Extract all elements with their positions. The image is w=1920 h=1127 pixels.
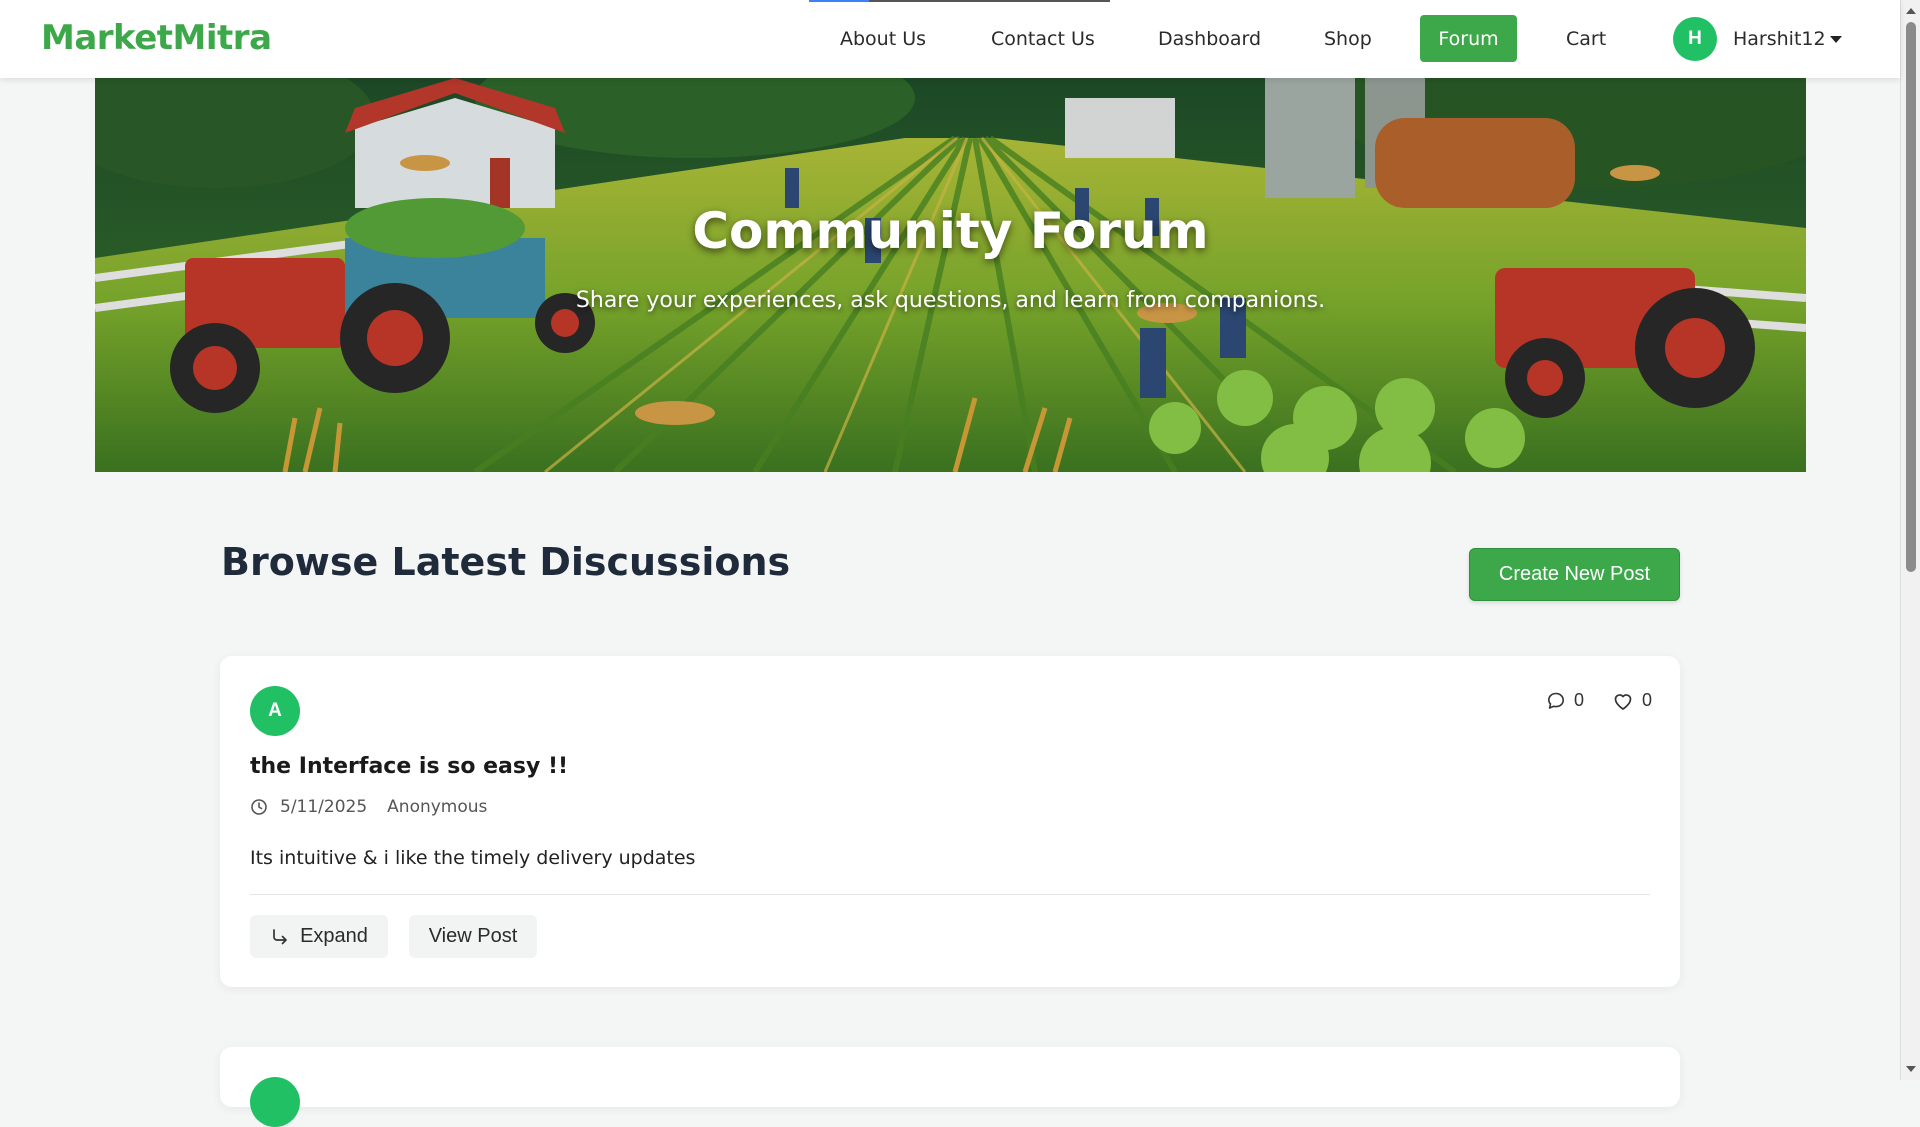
reply-arrow-icon [273, 928, 287, 944]
user-avatar[interactable]: H [1673, 17, 1717, 61]
post-card: A 0 0 the Interface is so easy !! 5/11/2… [220, 656, 1680, 987]
post-divider [250, 894, 1650, 895]
hero-banner: Community Forum Share your experiences, … [95, 78, 1806, 472]
expand-button[interactable]: Expand [250, 915, 388, 958]
post-author-avatar [250, 1077, 300, 1127]
post-author-avatar: A [250, 686, 300, 736]
comment-count[interactable]: 0 [1546, 690, 1584, 711]
view-post-button[interactable]: View Post [409, 915, 537, 958]
nav-cart[interactable]: Cart [1566, 28, 1606, 50]
section-title: Browse Latest Discussions [221, 540, 791, 584]
hero-title: Community Forum [692, 202, 1209, 260]
brand-logo[interactable]: MarketMitra [41, 18, 272, 58]
expand-button-label: Expand [300, 925, 368, 947]
post-author: Anonymous [387, 797, 488, 817]
post-meta: 5/11/2025 Anonymous [250, 797, 487, 817]
caret-down-icon[interactable] [1830, 36, 1842, 43]
post-card [220, 1047, 1680, 1127]
heart-icon [1614, 693, 1632, 710]
top-navbar: MarketMitra About Us Contact Us Dashboar… [0, 0, 1900, 78]
hero-farm-illustration [95, 78, 1806, 472]
like-count[interactable]: 0 [1612, 690, 1652, 711]
page-scrollbar[interactable] [1900, 0, 1920, 1080]
hero-subtitle: Share your experiences, ask questions, a… [575, 288, 1326, 313]
user-name[interactable]: Harshit12 [1733, 28, 1826, 50]
nav-dashboard[interactable]: Dashboard [1158, 28, 1261, 50]
comment-icon [1547, 692, 1564, 709]
nav-forum-active[interactable]: Forum [1420, 15, 1517, 62]
scroll-thumb[interactable] [1906, 22, 1916, 572]
clock-icon [251, 799, 267, 815]
nav-about-us[interactable]: About Us [840, 28, 926, 50]
create-new-post-button[interactable]: Create New Post [1469, 548, 1680, 601]
nav-shop[interactable]: Shop [1324, 28, 1372, 50]
nav-progress-indicator [809, 0, 1110, 2]
post-title[interactable]: the Interface is so easy !! [250, 754, 568, 779]
post-date: 5/11/2025 [280, 797, 368, 817]
like-count-value: 0 [1641, 690, 1652, 710]
scroll-down-arrow-icon[interactable] [1906, 1066, 1916, 1072]
post-stats: 0 0 [1546, 690, 1652, 711]
post-body: Its intuitive & i like the timely delive… [250, 847, 696, 869]
comment-count-value: 0 [1573, 690, 1584, 710]
scroll-up-arrow-icon[interactable] [1906, 8, 1916, 14]
nav-contact-us[interactable]: Contact Us [991, 28, 1095, 50]
